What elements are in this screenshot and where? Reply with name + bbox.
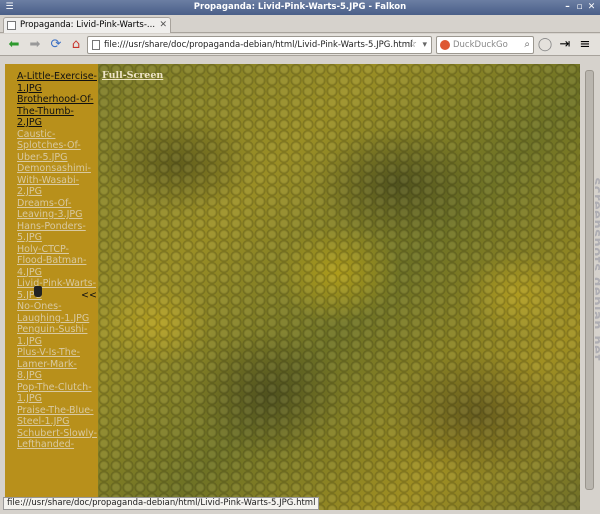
bookmark-star-icon[interactable]: ☆ <box>407 37 417 52</box>
vertical-scrollbar[interactable] <box>584 64 595 510</box>
url-bar[interactable]: file:///usr/share/doc/propaganda-debian/… <box>87 36 432 54</box>
sidebar-link[interactable]: Schubert-Slowly-Lefthanded- <box>17 428 97 451</box>
sidebar-link[interactable]: Brotherhood-Of-The-Thumb-2.JPG <box>17 94 97 129</box>
main-menu-icon[interactable]: ≡ <box>577 37 593 53</box>
tab-bar: Propaganda: Livid-Pink-Warts-... ✕ ✚ <box>0 15 600 45</box>
back-icon[interactable]: ⬅ <box>6 37 22 53</box>
sidebar-toggle-icon[interactable]: ⇥ <box>557 37 573 53</box>
url-text: file:///usr/share/doc/propaganda-debian/… <box>104 40 413 50</box>
window-menu-icon[interactable]: ☰ <box>4 2 15 13</box>
forward-icon[interactable]: ➡ <box>27 37 43 53</box>
sidebar-link[interactable]: Caustic-Splotches-Of-Uber-5.JPG <box>17 129 97 164</box>
sidebar-link[interactable]: Holy-CTCP-Flood-Batman-4.JPG <box>17 244 97 279</box>
window-titlebar: ☰ Propaganda: Livid-Pink-Warts-5.JPG - F… <box>0 0 600 15</box>
status-text: file:///usr/share/doc/propaganda-debian/… <box>7 498 316 508</box>
search-placeholder: DuckDuckGo <box>453 40 508 50</box>
window-title: Propaganda: Livid-Pink-Warts-5.JPG - Fal… <box>193 2 407 12</box>
tab-current[interactable]: Propaganda: Livid-Pink-Warts-... ✕ <box>3 17 171 33</box>
page-viewport: A-Little-Exercise-1.JPG Brotherhood-Of-Th… <box>5 64 580 510</box>
sidebar-link[interactable]: No-Ones-Laughing-1.JPG <box>17 301 97 324</box>
sidebar-link[interactable]: Pop-The-Clutch-1.JPG <box>17 382 97 405</box>
minimize-icon[interactable]: – <box>562 2 573 13</box>
image-list-sidebar: A-Little-Exercise-1.JPG Brotherhood-Of-Th… <box>5 64 98 510</box>
sidebar-link[interactable]: Praise-The-Blue-Steel-1.JPG <box>17 405 97 428</box>
sidebar-link[interactable]: Penguin-Sushi-1.JPG <box>17 324 97 347</box>
current-item-marker: << <box>81 290 97 301</box>
sidebar-link[interactable]: Hans-Ponders-5.JPG <box>17 221 97 244</box>
duckduckgo-icon <box>440 40 450 50</box>
close-window-icon[interactable]: ✕ <box>586 2 597 13</box>
tab-label: Propaganda: Livid-Pink-Warts-... <box>20 20 156 30</box>
tab-close-icon[interactable]: ✕ <box>159 18 167 32</box>
sidebar-link[interactable]: Demonsashimi-With-Wasabi-2.JPG <box>17 163 97 198</box>
search-input[interactable]: DuckDuckGo ⌕ <box>436 36 534 54</box>
status-bar: file:///usr/share/doc/propaganda-debian/… <box>3 497 320 510</box>
page-favicon-icon <box>7 21 16 30</box>
sidebar-link[interactable]: A-Little-Exercise-1.JPG <box>17 71 97 94</box>
mouse-cursor-icon <box>34 286 42 297</box>
scrollbar-thumb[interactable] <box>585 70 594 490</box>
adblock-icon[interactable]: ◯ <box>537 37 553 53</box>
home-icon[interactable]: ⌂ <box>68 37 84 53</box>
sidebar-link[interactable]: Dreams-Of-Leaving-3.JPG <box>17 198 97 221</box>
page-icon <box>92 40 100 50</box>
search-icon[interactable]: ⌕ <box>524 37 530 53</box>
navigation-toolbar: ⬅ ➡ ⟳ ⌂ file:///usr/share/doc/propaganda… <box>0 34 600 56</box>
full-screen-link[interactable]: Full-Screen <box>102 70 163 81</box>
reload-icon[interactable]: ⟳ <box>48 37 64 53</box>
maximize-icon[interactable]: ▫ <box>574 2 585 13</box>
url-dropdown-icon[interactable]: ▾ <box>422 37 427 53</box>
image-texture <box>98 64 580 510</box>
sidebar-link[interactable]: Plus-V-Is-The-Lamer-Mark-8.JPG <box>17 347 97 382</box>
wallpaper-image: Full-Screen <box>98 64 580 510</box>
